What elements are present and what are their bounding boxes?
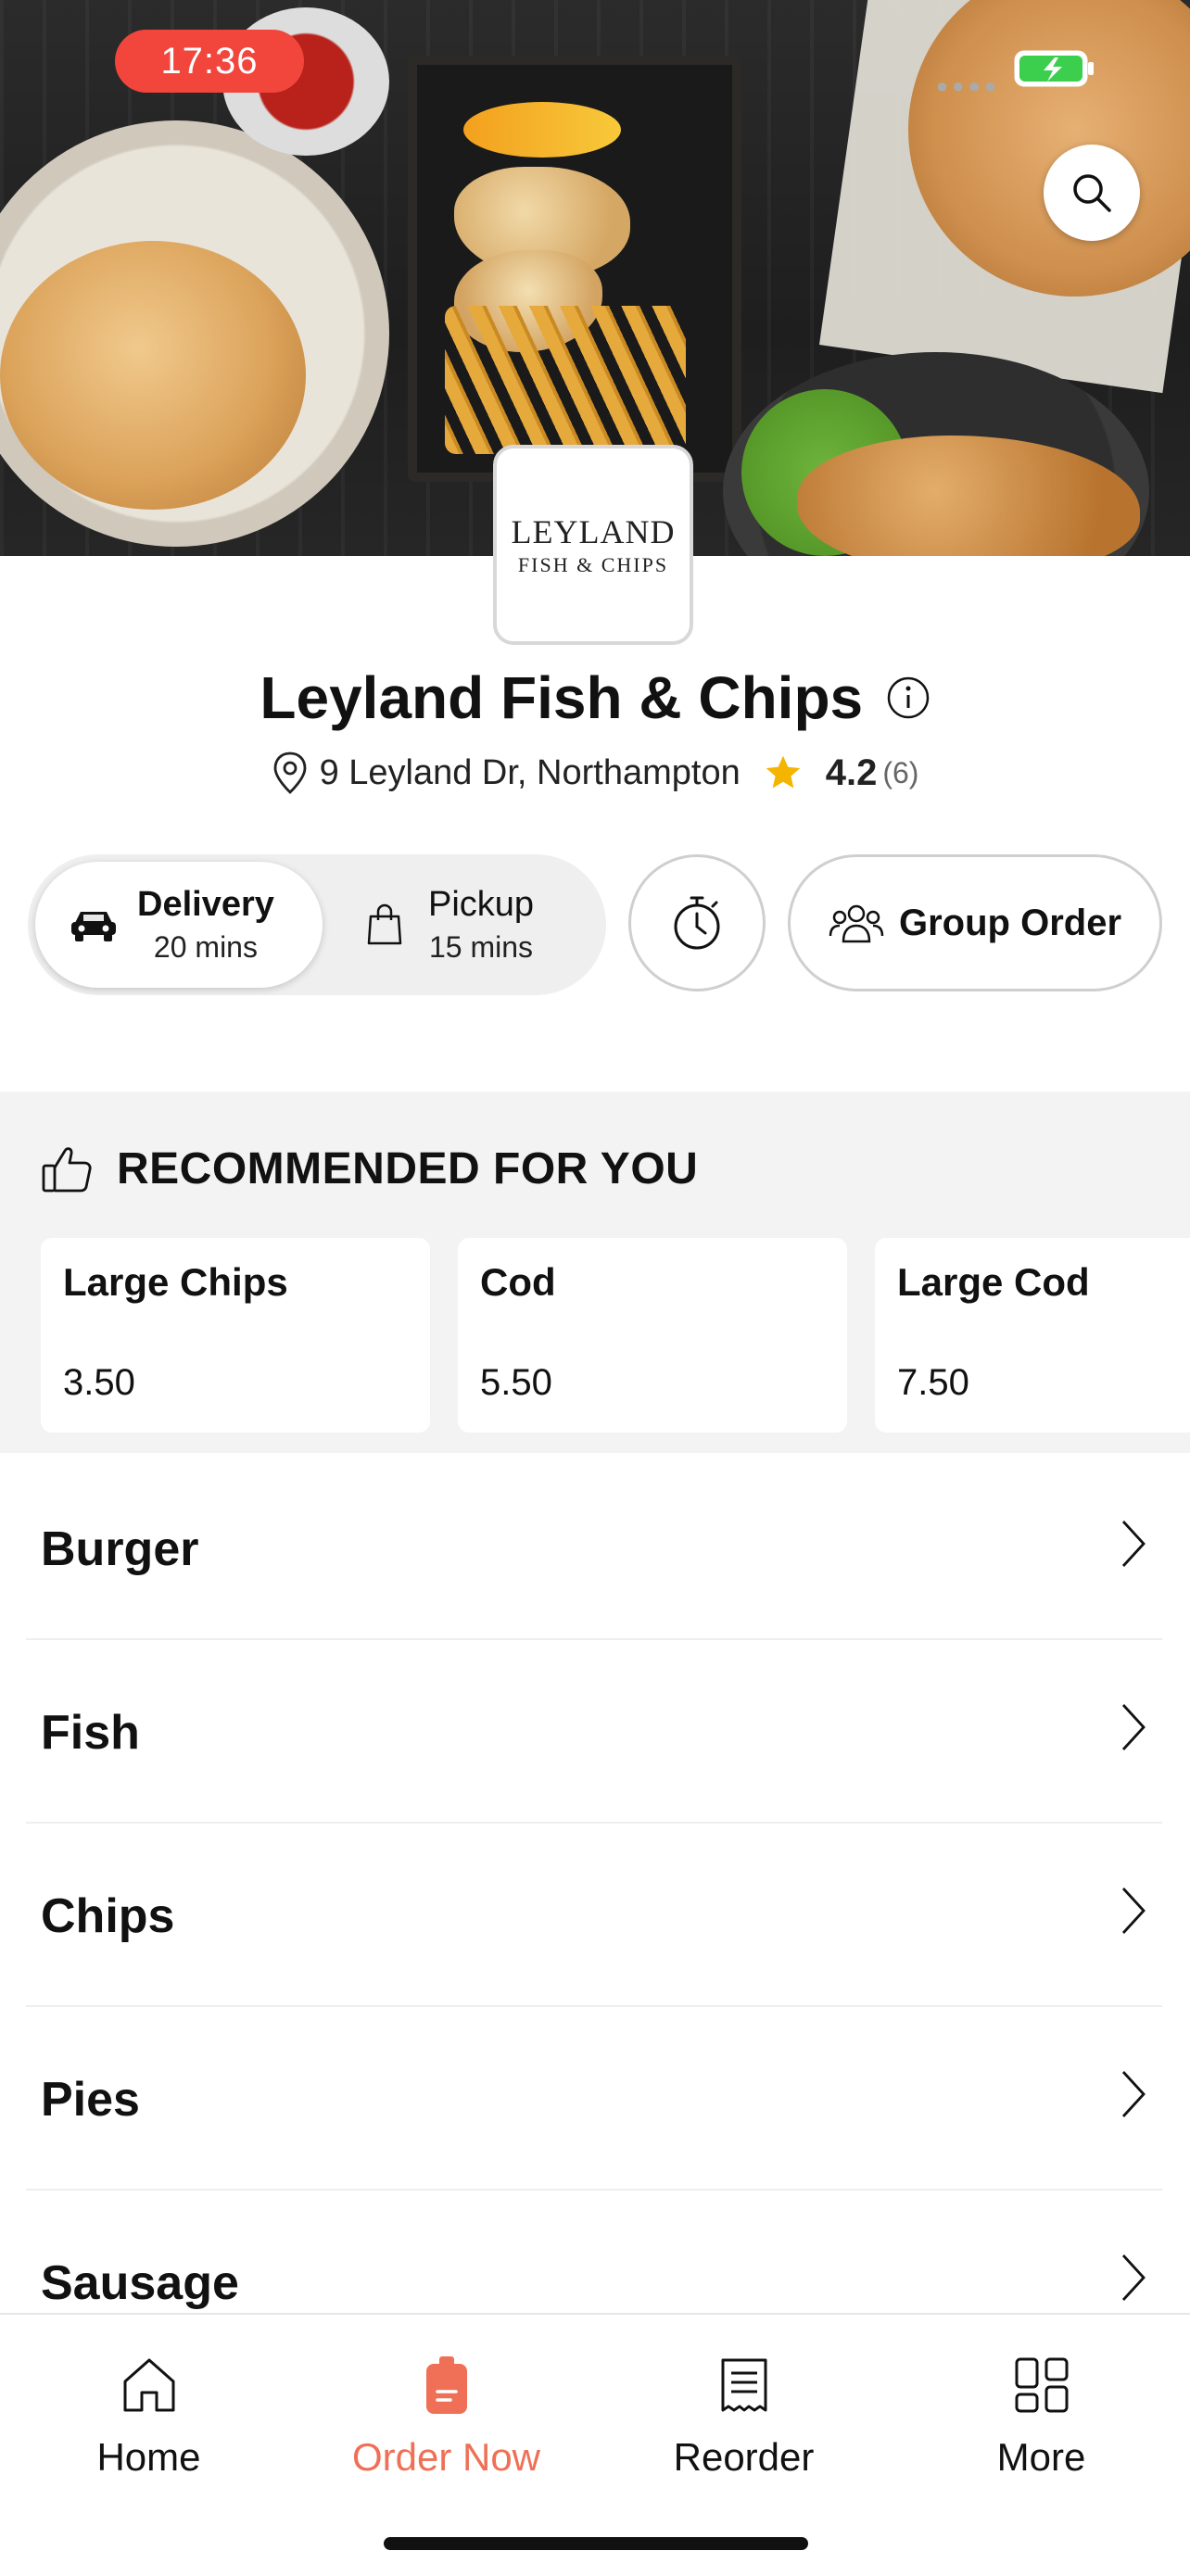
item-name: Cod — [480, 1260, 556, 1304]
tab-more[interactable]: More — [892, 2352, 1190, 2480]
hero-lemon — [463, 102, 621, 158]
receipt-icon — [721, 2358, 766, 2412]
logo-line-1: LEYLAND — [511, 513, 676, 550]
home-indicator[interactable] — [384, 2537, 808, 2550]
chevron-right-icon — [1121, 1704, 1146, 1750]
chevron-right-icon — [1121, 1521, 1146, 1567]
delivery-time: 20 mins — [153, 930, 258, 964]
thumbs-up-icon — [42, 1146, 92, 1192]
item-name: Large Cod — [897, 1260, 1090, 1304]
chevron-right-icon — [1121, 2254, 1146, 2301]
group-order-label: Group Order — [898, 902, 1122, 943]
recommended-header: RECOMMENDED FOR YOU — [41, 1143, 698, 1194]
delivery-option[interactable]: Delivery 20 mins — [35, 862, 323, 988]
restaurant-name: Leyland Fish & Chips — [260, 664, 864, 731]
tab-label: Home — [96, 2435, 201, 2479]
grid-icon — [1015, 2357, 1068, 2413]
category-row-burger[interactable]: Burger — [26, 1457, 1162, 1640]
battery-icon — [1014, 50, 1094, 87]
category-label: Pies — [41, 2073, 140, 2127]
pickup-time: 15 mins — [429, 930, 534, 964]
shopping-bag-icon — [367, 903, 402, 945]
stopwatch-icon — [674, 896, 720, 950]
hero-chips — [445, 306, 686, 454]
signal-dots-icon: ●●●● — [936, 74, 1001, 97]
rating-count: (6) — [882, 755, 919, 789]
pickup-label: Pickup — [428, 885, 535, 924]
category-row-chips[interactable]: Chips — [26, 1824, 1162, 2007]
item-name: Large Chips — [63, 1260, 288, 1304]
recommended-item[interactable]: Large Chips 3.50 — [41, 1238, 430, 1433]
restaurant-logo: LEYLAND FISH & CHIPS — [493, 445, 693, 645]
home-icon — [123, 2358, 174, 2412]
schedule-button[interactable] — [628, 854, 766, 991]
order-icon — [425, 2356, 467, 2414]
category-label: Sausage — [41, 2256, 239, 2310]
search-icon — [1073, 174, 1111, 212]
recommended-heading: RECOMMENDED FOR YOU — [117, 1144, 699, 1193]
category-label: Burger — [41, 1522, 199, 1576]
category-row-fish[interactable]: Fish — [26, 1640, 1162, 1824]
category-row-pies[interactable]: Pies — [26, 2007, 1162, 2191]
recommended-item[interactable]: Large Cod 7.50 — [875, 1238, 1190, 1433]
restaurant-address: 9 Leyland Dr, Northampton — [319, 752, 741, 792]
order-mode-toggle: Delivery 20 mins Pickup 15 mins — [28, 854, 606, 995]
car-icon — [71, 912, 116, 941]
restaurant-header: Leyland Fish & Chips — [0, 663, 1190, 732]
logo-line-2: FISH & CHIPS — [517, 553, 669, 576]
search-button[interactable] — [1044, 145, 1140, 241]
item-price: 3.50 — [63, 1362, 135, 1403]
chevron-right-icon — [1121, 1888, 1146, 1934]
group-order-button[interactable]: Group Order — [788, 854, 1162, 991]
delivery-label: Delivery — [137, 885, 274, 924]
tab-label: Order Now — [351, 2435, 541, 2479]
category-label: Fish — [41, 1706, 140, 1760]
status-time: 17:36 — [115, 30, 304, 93]
hero-burger — [0, 241, 306, 510]
location-pin-icon — [273, 751, 306, 794]
tab-label: More — [996, 2435, 1086, 2479]
tab-label: Reorder — [673, 2435, 815, 2479]
item-price: 7.50 — [897, 1362, 969, 1403]
tab-reorder[interactable]: Reorder — [595, 2352, 892, 2480]
tab-order-now[interactable]: Order Now — [298, 2352, 595, 2480]
item-price: 5.50 — [480, 1362, 552, 1403]
recommended-item[interactable]: Cod 5.50 — [458, 1238, 847, 1433]
pickup-option[interactable]: Pickup 15 mins — [334, 862, 621, 988]
chevron-right-icon — [1121, 2071, 1146, 2117]
rating-value: 4.2 — [825, 751, 878, 793]
star-icon — [766, 755, 801, 789]
category-label: Chips — [41, 1889, 175, 1943]
address-row: 9 Leyland Dr, Northampton 4.2 (6) — [0, 751, 1190, 795]
tab-home[interactable]: Home — [0, 2352, 298, 2480]
recommended-section: RECOMMENDED FOR YOU Large Chips 3.50 Cod… — [0, 1092, 1190, 1453]
group-icon — [829, 904, 884, 943]
info-icon[interactable] — [886, 676, 930, 720]
